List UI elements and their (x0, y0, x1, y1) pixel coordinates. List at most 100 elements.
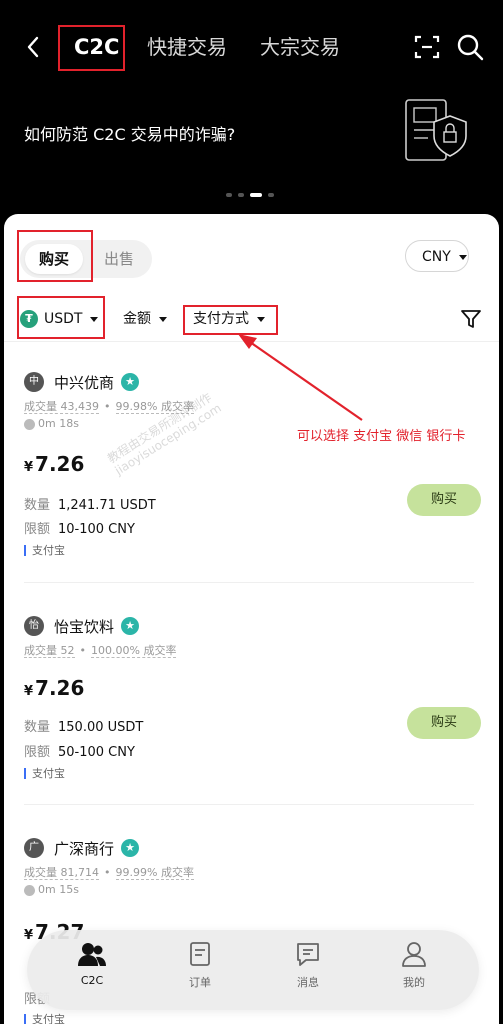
verified-star-icon: ★ (121, 373, 140, 391)
chevron-down-icon (90, 316, 99, 322)
quantity-value: 150.00 USDT (58, 720, 144, 735)
limit-label: 限额 (24, 522, 51, 537)
message-icon (297, 943, 319, 966)
completion-rate: 100.00% 成交率 (91, 644, 177, 658)
pagination-dot (226, 193, 232, 197)
limit-label: 限额 (24, 745, 51, 760)
c2c-content-sheet: 购买 出售 CNY ₮ USDT 金额 支付方式 中 中兴优商 ★ 成交量 43,… (4, 214, 499, 1024)
quantity-row: 数量 1,241.71 USDT (24, 494, 156, 513)
pagination-dot (238, 193, 244, 197)
payment-method-tag: 支付宝 (24, 768, 65, 779)
sell-tab[interactable]: 出售 (92, 244, 146, 274)
usdt-icon: ₮ (20, 310, 38, 328)
nav-item-c2c[interactable]: C2C (62, 940, 122, 987)
merchant-row[interactable]: 怡 怡宝饮料 ★ (24, 614, 140, 638)
merchant-name: 广深商行 (54, 839, 115, 858)
annotation-text: 可以选择 支付宝 微信 银行卡 (297, 429, 466, 444)
merchant-stats: 成交量 43,439 • 99.98% 成交率 (24, 400, 194, 414)
merchant-stats: 成交量 52 • 100.00% 成交率 (24, 644, 177, 658)
chevron-down-icon (458, 254, 467, 260)
bottom-nav: C2C 订单 消息 我的 (27, 930, 479, 1010)
order-icon (190, 942, 210, 966)
tab-quick-trade[interactable]: 快捷交易 (147, 30, 227, 64)
currency-symbol: ¥ (24, 684, 34, 699)
divider (24, 582, 474, 583)
payment-method-tag: 支付宝 (24, 1014, 65, 1024)
buy-sell-toggle: 购买 出售 (20, 240, 152, 278)
price-value: 7.26 (35, 452, 85, 476)
merchant-row[interactable]: 中 中兴优商 ★ (24, 370, 140, 394)
nav-item-messages[interactable]: 消息 (278, 940, 338, 990)
quantity-value: 1,241.71 USDT (58, 498, 156, 513)
back-arrow-icon (27, 36, 39, 58)
filter-button[interactable] (460, 308, 482, 334)
release-time-value: 0m 18s (38, 417, 79, 430)
search-button[interactable] (455, 32, 485, 62)
avatar: 中 (24, 372, 44, 392)
nav-label: 我的 (403, 976, 425, 989)
merchant-name: 怡宝饮料 (54, 617, 115, 636)
currency-symbol: ¥ (24, 928, 34, 943)
scan-button[interactable] (412, 32, 442, 62)
limit-value: 10-100 CNY (58, 522, 135, 537)
nav-item-orders[interactable]: 订单 (170, 940, 230, 990)
amount-filter[interactable]: 金额 (123, 309, 167, 329)
tab-block-trade[interactable]: 大宗交易 (260, 30, 340, 64)
top-nav: C2C 快捷交易 大宗交易 (0, 0, 503, 92)
trade-volume: 成交量 81,714 (24, 866, 99, 880)
payment-method-tag: 支付宝 (24, 545, 65, 556)
payment-filter[interactable]: 支付方式 (193, 309, 265, 329)
currency-selector[interactable]: CNY (405, 240, 469, 272)
price-value: 7.26 (35, 676, 85, 700)
avg-release-time: 0m 15s (24, 883, 79, 896)
nav-label: 订单 (189, 976, 211, 989)
payment-filter-label: 支付方式 (193, 311, 249, 327)
profile-icon (402, 942, 426, 967)
trade-volume: 成交量 43,439 (24, 400, 99, 414)
limit-row: 限额 10-100 CNY (24, 518, 135, 537)
scan-icon (414, 35, 440, 59)
verified-star-icon: ★ (121, 617, 140, 635)
trade-volume: 成交量 52 (24, 644, 75, 658)
buy-tab[interactable]: 购买 (25, 244, 83, 274)
currency-symbol: ¥ (24, 460, 34, 475)
banner-text[interactable]: 如何防范 C2C 交易中的诈骗? (24, 121, 235, 145)
amount-filter-label: 金额 (123, 311, 151, 327)
coin-filter-label: USDT (44, 311, 83, 327)
clock-icon (24, 884, 35, 896)
pagination-dot (268, 193, 274, 197)
pagination-dot-active (250, 193, 262, 197)
verified-star-icon: ★ (121, 839, 140, 857)
nav-item-profile[interactable]: 我的 (384, 940, 444, 990)
back-button[interactable] (20, 30, 48, 64)
avatar: 怡 (24, 616, 44, 636)
quantity-label: 数量 (24, 720, 51, 735)
divider (24, 804, 474, 805)
avg-release-time: 0m 18s (24, 417, 79, 430)
avatar: 广 (24, 838, 44, 858)
quantity-row: 数量 150.00 USDT (24, 716, 143, 735)
limit-value: 50-100 CNY (58, 745, 135, 760)
banner-pagination (226, 193, 274, 197)
clock-icon (24, 418, 35, 430)
completion-rate: 99.99% 成交率 (115, 866, 194, 880)
currency-label: CNY (422, 249, 451, 265)
limit-row: 限额 50-100 CNY (24, 741, 135, 760)
merchant-stats: 成交量 81,714 • 99.99% 成交率 (24, 866, 194, 880)
price: ¥7.26 (24, 452, 84, 476)
people-icon (78, 943, 106, 966)
security-shield-illustration-icon (405, 99, 467, 161)
coin-filter[interactable]: ₮ USDT (20, 309, 99, 329)
tab-c2c[interactable]: C2C (74, 30, 119, 64)
merchant-row[interactable]: 广 广深商行 ★ (24, 836, 140, 860)
buy-button[interactable]: 购买 (407, 484, 481, 516)
nav-label: C2C (80, 974, 104, 987)
filter-funnel-icon (461, 310, 481, 328)
price: ¥7.26 (24, 676, 84, 700)
search-icon (457, 34, 484, 61)
nav-label: 消息 (297, 976, 319, 989)
release-time-value: 0m 15s (38, 883, 79, 896)
buy-button[interactable]: 购买 (407, 707, 481, 739)
merchant-name: 中兴优商 (54, 373, 115, 392)
divider (4, 341, 499, 342)
